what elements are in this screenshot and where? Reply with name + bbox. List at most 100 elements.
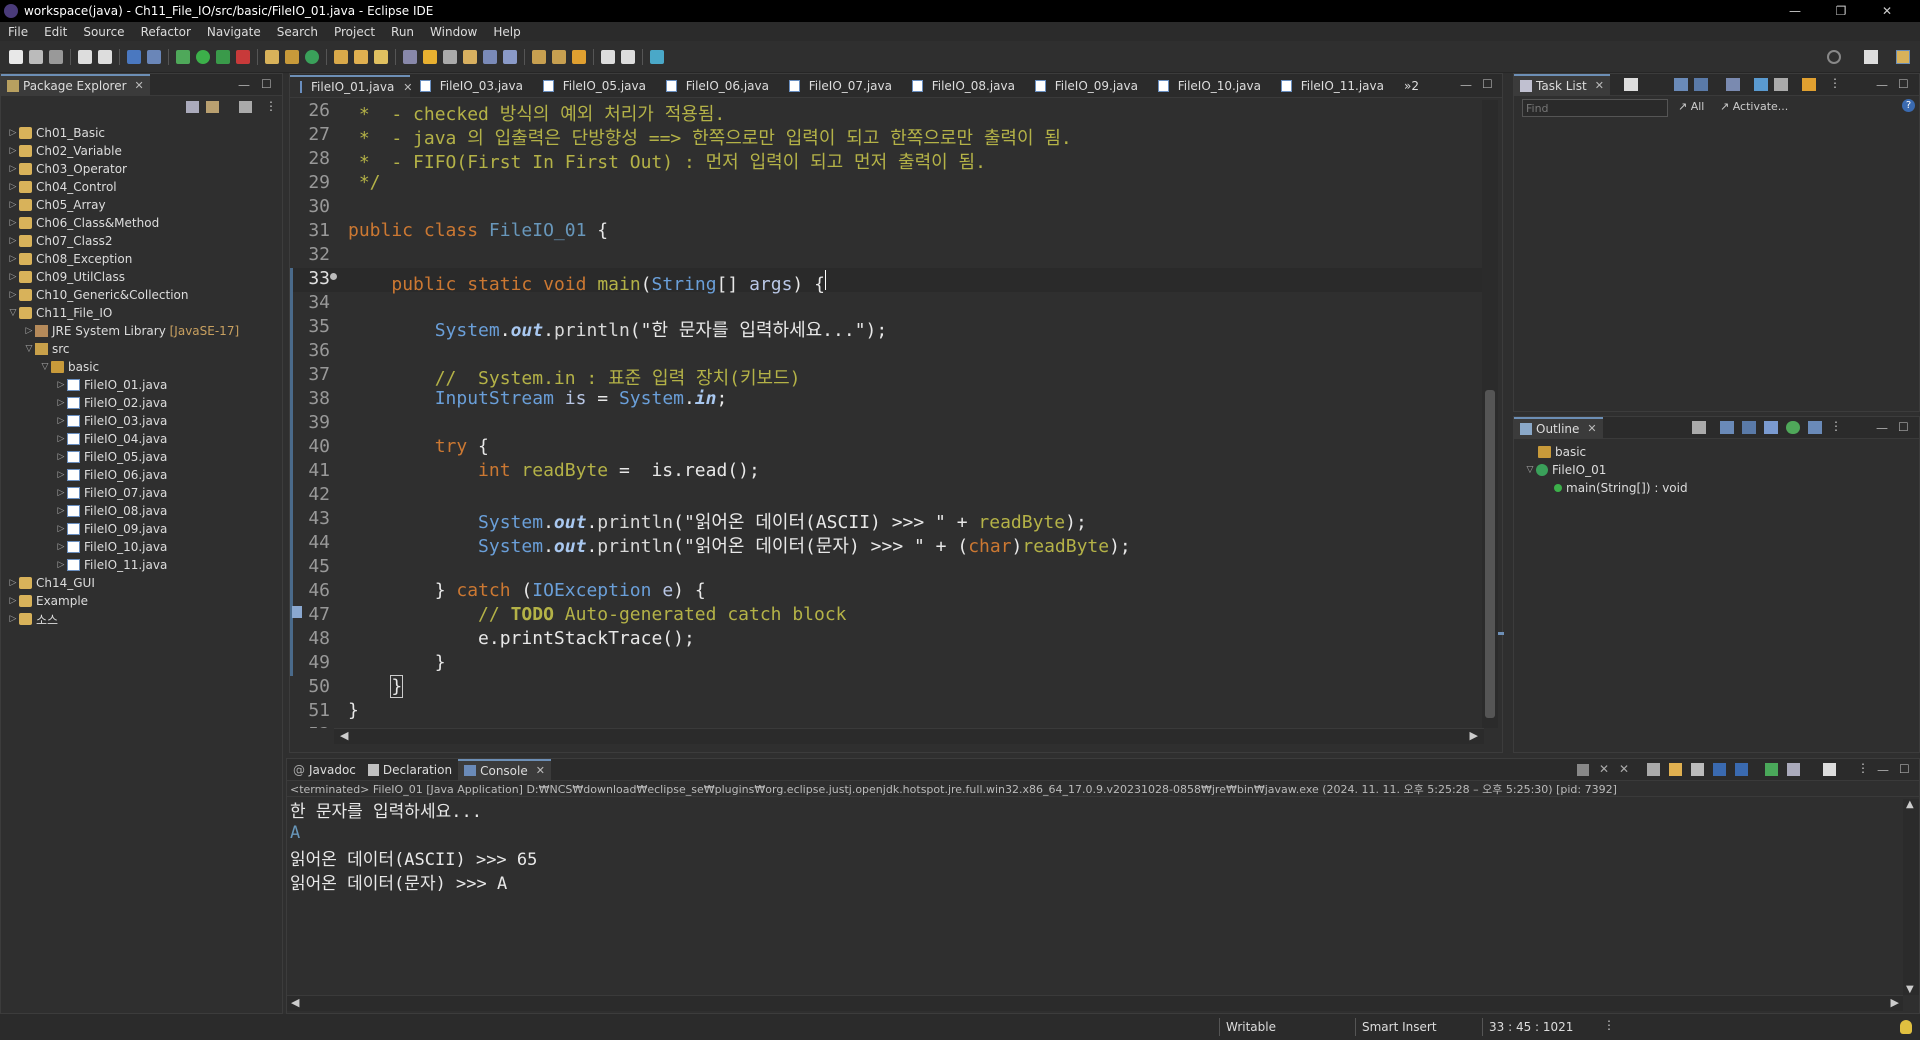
chevron-right-icon[interactable]: ▷ [55,398,67,408]
chevron-right-icon[interactable]: ▷ [7,218,19,228]
tree-item[interactable]: ▷ FileIO_04.java [7,430,282,448]
collapse-all-icon[interactable] [1774,78,1788,91]
word-wrap-icon[interactable] [463,49,477,64]
status-menu-icon[interactable]: ⋮ [1603,1018,1615,1032]
tree-item[interactable]: ▷ FileIO_06.java [7,466,282,484]
editor-tab[interactable]: FileIO_06.java [656,75,779,97]
outline-item[interactable]: basic [1524,443,1919,461]
maximize-view-icon[interactable]: ☐ [1898,420,1909,434]
collapse-all-icon[interactable] [186,101,199,113]
scroll-right-icon[interactable]: ▶ [1470,729,1478,742]
show-output-icon[interactable] [1669,763,1682,776]
focus-icon[interactable] [1726,78,1740,91]
new-console-icon[interactable] [1823,763,1836,776]
menu-help[interactable]: Help [485,25,528,39]
tree-item[interactable]: ▷ FileIO_09.java [7,520,282,538]
minimize-view-icon[interactable]: — [1876,78,1888,92]
scroll-right-icon[interactable]: ▶ [1891,996,1899,1009]
task-list-tab[interactable]: Task List ✕ [1514,73,1610,96]
tree-item[interactable]: ▷ Ch09_UtilClass [7,268,282,286]
open-task-icon[interactable] [354,49,368,64]
paragraph-icon[interactable] [503,49,517,64]
view-menu-icon[interactable]: ⋮ [1829,76,1841,90]
tree-item[interactable]: ▷ 소스 [7,610,282,628]
tree-item[interactable]: ▷ JRE System Library [JavaSE-17] [7,322,282,340]
chevron-right-icon[interactable]: ▷ [7,578,19,588]
restore-button[interactable]: ❐ [1818,0,1864,22]
toggle-mark-icon[interactable] [403,49,417,64]
new-java-project-icon[interactable] [265,49,279,64]
console-output[interactable]: 한 문자를 입력하세요... A 읽어온 데이터(ASCII) >>> 65 읽… [287,797,1919,894]
pin-editor-icon[interactable] [650,49,664,64]
sync-icon[interactable] [1802,78,1816,91]
menu-edit[interactable]: Edit [36,25,75,39]
scroll-up-icon[interactable]: ▲ [1906,799,1914,810]
tree-item[interactable]: ▷ Ch04_Control [7,178,282,196]
tree-item[interactable]: ▷ Ch06_Class&Method [7,214,282,232]
forward-icon[interactable] [621,49,635,64]
chevron-right-icon[interactable]: ▷ [7,254,19,264]
undo-icon[interactable] [78,49,92,64]
terminal-icon[interactable] [127,49,141,64]
view-menu-icon[interactable]: ⋮ [265,99,277,113]
chevron-right-icon[interactable]: ▷ [7,596,19,606]
tree-item[interactable]: ▷ FileIO_11.java [7,556,282,574]
chevron-right-icon[interactable]: ▷ [55,506,67,516]
maximize-view-icon[interactable]: ☐ [261,77,272,91]
minimize-button[interactable]: — [1772,0,1818,22]
open-console-icon[interactable] [1787,763,1800,776]
chevron-right-icon[interactable]: ▷ [7,164,19,174]
chevron-right-icon[interactable]: ▷ [7,236,19,246]
chevron-right-icon[interactable]: ▷ [55,488,67,498]
close-icon[interactable]: ✕ [1595,79,1604,92]
view-menu-icon[interactable]: ⋮ [1830,419,1842,433]
save-all-icon[interactable] [49,49,63,64]
chevron-down-icon[interactable]: ▽ [39,362,51,372]
lightbulb-icon[interactable] [1900,1020,1912,1034]
tree-item[interactable]: ▷ FileIO_10.java [7,538,282,556]
chevron-right-icon[interactable]: ▷ [55,542,67,552]
all-link[interactable]: ↗ All [1678,100,1704,113]
minimize-view-icon[interactable]: — [1460,78,1472,92]
chevron-right-icon[interactable]: ▷ [7,200,19,210]
chevron-right-icon[interactable]: ▷ [7,614,19,624]
next-annotation-icon[interactable] [532,49,546,64]
scroll-lock-icon[interactable] [1647,763,1660,776]
chevron-right-icon[interactable]: ▷ [55,560,67,570]
code-editor[interactable]: 26 * - checked 방식의 예외 처리가 적용됨. 27 * - ja… [290,100,1486,728]
activate-link[interactable]: ↗ Activate... [1720,100,1788,113]
quick-access-icon[interactable] [1827,50,1841,64]
save-icon[interactable] [29,49,43,64]
menu-window[interactable]: Window [422,25,485,39]
tree-item[interactable]: ▷ Ch05_Array [7,196,282,214]
horizontal-scrollbar[interactable]: ◀ ▶ [334,728,1484,744]
tree-item[interactable]: ▷ Ch07_Class2 [7,232,282,250]
close-icon[interactable]: ✕ [1587,422,1596,435]
run-icon[interactable] [196,49,210,64]
editor-tab-active[interactable]: FileIO_01.java ✕ [290,75,413,97]
tab-overflow-button[interactable]: »2 [1394,75,1434,97]
outline-tab[interactable]: Outline ✕ [1514,416,1603,439]
scheduled-icon[interactable] [1694,78,1708,91]
minimize-view-icon[interactable]: — [1876,421,1888,435]
hide-completed-icon[interactable] [1754,78,1768,91]
vertical-scrollbar[interactable] [1482,100,1498,728]
open-type-icon[interactable] [334,49,348,64]
editor-tab[interactable]: FileIO_03.java [410,75,533,97]
chevron-down-icon[interactable]: ▽ [1524,465,1536,475]
new-task-icon[interactable] [1624,78,1638,91]
tree-item[interactable]: ▽ Ch11_File_IO [7,304,282,322]
editor-tab[interactable]: FileIO_11.java [1271,75,1394,97]
tree-item[interactable]: ▽ src [7,340,282,358]
tab-console[interactable]: Console ✕ [458,758,551,781]
view-menu-icon[interactable]: ⋮ [1857,761,1869,775]
tree-item[interactable]: ▷ Ch03_Operator [7,160,282,178]
tree-item[interactable]: ▽ basic [7,358,282,376]
java-perspective-icon[interactable] [1896,50,1910,64]
terminate-icon[interactable] [1577,764,1589,776]
tree-item[interactable]: ▷ FileIO_02.java [7,394,282,412]
tree-item[interactable]: ▷ Ch01_Basic [7,124,282,142]
tree-item[interactable]: ▷ FileIO_01.java [7,376,282,394]
minimize-view-icon[interactable]: — [1877,763,1889,777]
last-edit-icon[interactable] [572,49,586,64]
